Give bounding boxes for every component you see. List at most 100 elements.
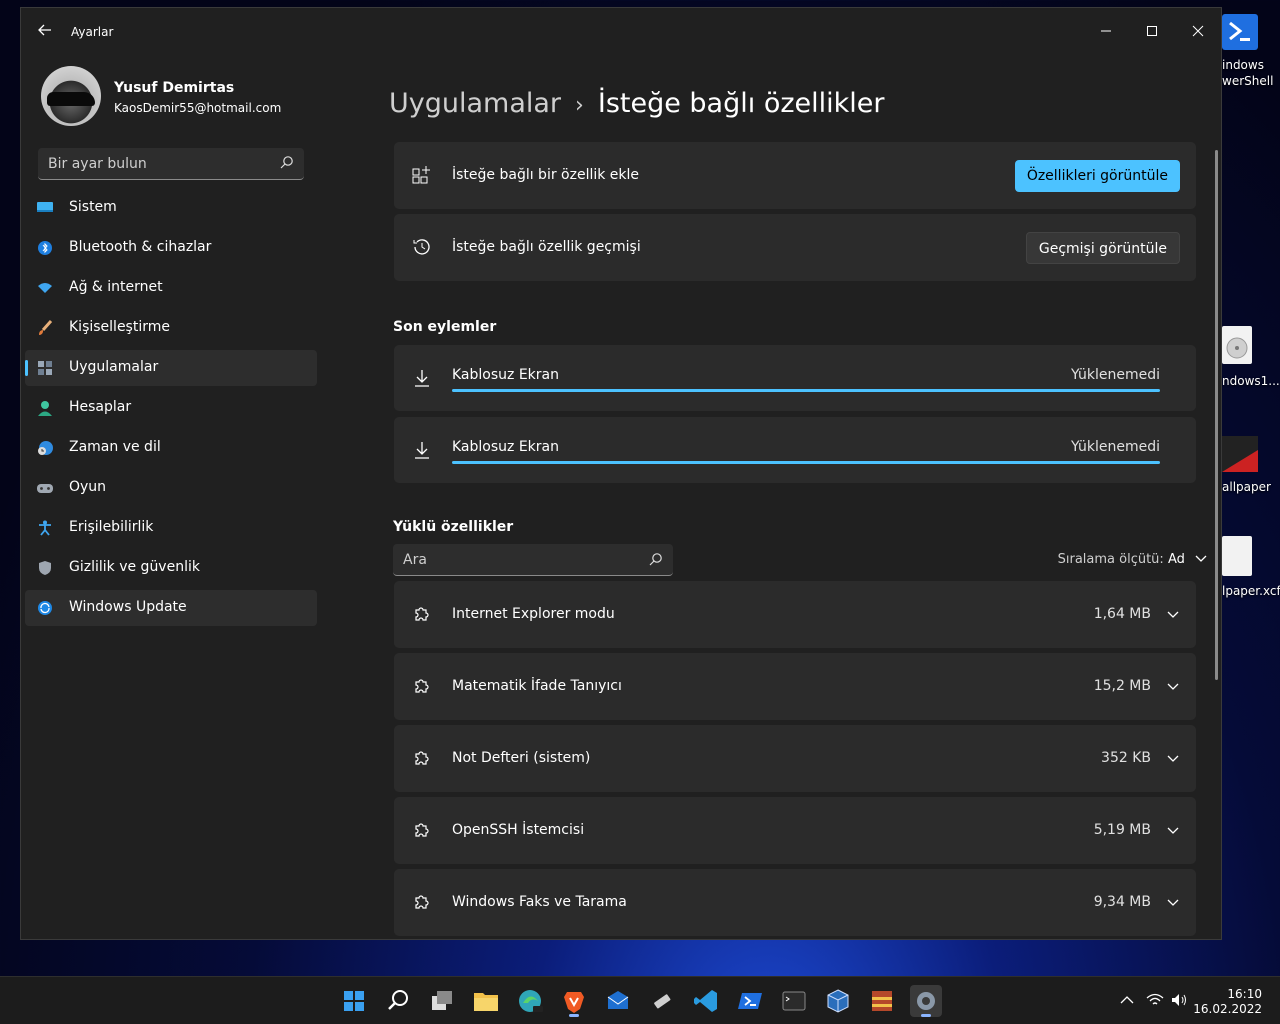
- sidebar-item-privacy[interactable]: Gizlilik ve güvenlik: [25, 550, 317, 586]
- avatar[interactable]: [41, 66, 101, 126]
- settings-window: Ayarlar Yusuf Demirtas KaosDemir55@hotma…: [21, 8, 1221, 939]
- puzzle-icon: [412, 892, 432, 912]
- puzzle-icon: [412, 820, 432, 840]
- apps-icon: [37, 360, 53, 376]
- sidebar-item-label: Hesaplar: [69, 399, 132, 415]
- desktop-icon-wallpaper-label[interactable]: allpaper: [1222, 480, 1271, 494]
- terminal-icon[interactable]: [778, 985, 810, 1017]
- feature-size: 5,19 MB: [1093, 822, 1151, 838]
- settings-search-input[interactable]: Bir ayar bulun: [38, 148, 304, 180]
- sidebar-nav: Sistem Bluetooth & cihazlar Ağ & interne…: [25, 190, 317, 630]
- clock-globe-icon: [37, 440, 53, 456]
- recent-action-status: Yüklenemedi: [1071, 367, 1160, 383]
- wifi-icon: [37, 280, 53, 296]
- vscode-icon[interactable]: [690, 985, 722, 1017]
- installed-feature-item[interactable]: OpenSSH İstemcisi 5,19 MB: [394, 797, 1196, 864]
- installed-search-placeholder: Ara: [403, 552, 427, 568]
- view-features-button[interactable]: Özellikleri görüntüle: [1014, 160, 1180, 192]
- wallpaper-thumbnail-icon[interactable]: [1222, 436, 1258, 472]
- accessibility-icon: [37, 520, 53, 536]
- sidebar-item-sistem[interactable]: Sistem: [25, 190, 317, 226]
- sidebar-item-network[interactable]: Ağ & internet: [25, 270, 317, 306]
- chevron-down-icon[interactable]: [1166, 896, 1180, 910]
- back-arrow-icon[interactable]: [37, 22, 53, 38]
- mail-app-icon[interactable]: [602, 985, 634, 1017]
- virtualbox-icon[interactable]: [822, 985, 854, 1017]
- chevron-down-icon: [1195, 552, 1207, 567]
- minimize-button[interactable]: [1083, 14, 1129, 46]
- installed-feature-item[interactable]: Windows Faks ve Tarama 9,34 MB: [394, 869, 1196, 936]
- desktop-icon-xcf-label[interactable]: lpaper.xcf: [1222, 584, 1280, 598]
- powershell-desktop-icon[interactable]: [1222, 14, 1258, 50]
- recent-action-progress: [452, 389, 1160, 392]
- edge-dev-icon[interactable]: [514, 985, 546, 1017]
- installed-feature-item[interactable]: Matematik İfade Tanıyıcı 15,2 MB: [394, 653, 1196, 720]
- feature-name: Matematik İfade Tanıyıcı: [452, 678, 622, 694]
- update-icon: [37, 600, 53, 616]
- add-feature-icon: [412, 165, 432, 185]
- chevron-down-icon[interactable]: [1166, 752, 1180, 766]
- iso-file-icon[interactable]: [1222, 326, 1252, 364]
- installed-search-input[interactable]: Ara: [393, 544, 673, 576]
- recent-action-item: Kablosuz Ekran Yüklenemedi: [394, 417, 1196, 483]
- selected-indicator: [25, 360, 28, 376]
- feature-size: 15,2 MB: [1093, 678, 1151, 694]
- wifi-icon[interactable]: [1146, 991, 1164, 1009]
- recent-action-status: Yüklenemedi: [1071, 439, 1160, 455]
- sidebar-item-personalization[interactable]: Kişiselleştirme: [25, 310, 317, 346]
- clock[interactable]: 16:10 16.02.2022: [1193, 987, 1262, 1017]
- file-explorer-icon[interactable]: [470, 985, 502, 1017]
- sidebar-item-label: Oyun: [69, 479, 107, 495]
- close-button[interactable]: [1175, 14, 1221, 46]
- sidebar-item-accessibility[interactable]: Erişilebilirlik: [25, 510, 317, 546]
- sidebar-item-label: Bluetooth & cihazlar: [69, 239, 212, 255]
- sort-dropdown[interactable]: Sıralama ölçütü: Ad: [1058, 552, 1207, 567]
- installed-features-heading: Yüklü özellikler: [393, 519, 514, 535]
- history-icon: [412, 237, 432, 257]
- sidebar-item-bluetooth[interactable]: Bluetooth & cihazlar: [25, 230, 317, 266]
- sidebar-item-gaming[interactable]: Oyun: [25, 470, 317, 506]
- start-icon[interactable]: [338, 985, 370, 1017]
- xcf-file-icon[interactable]: [1222, 536, 1252, 576]
- powershell-icon[interactable]: [734, 985, 766, 1017]
- breadcrumb-parent[interactable]: Uygulamalar: [389, 88, 561, 119]
- chevron-down-icon[interactable]: [1166, 608, 1180, 622]
- scrollbar[interactable]: [1215, 150, 1218, 680]
- sidebar-item-windows-update[interactable]: Windows Update: [25, 590, 317, 626]
- settings-gear-icon[interactable]: [910, 985, 942, 1017]
- task-view-icon[interactable]: [426, 985, 458, 1017]
- running-indicator: [921, 1014, 931, 1017]
- search-icon[interactable]: [382, 985, 414, 1017]
- installed-feature-item[interactable]: Internet Explorer modu 1,64 MB: [394, 581, 1196, 648]
- installed-feature-item[interactable]: Not Defteri (sistem) 352 KB: [394, 725, 1196, 792]
- page-title: İsteğe bağlı özellikler: [597, 88, 885, 119]
- maximize-button[interactable]: [1129, 14, 1175, 46]
- recent-action-progress: [452, 461, 1160, 464]
- breadcrumb-separator: ›: [575, 93, 584, 118]
- desktop-icon-powershell-label-2[interactable]: werShell: [1222, 74, 1273, 88]
- volume-icon[interactable]: [1170, 991, 1188, 1009]
- sidebar-item-time-language[interactable]: Zaman ve dil: [25, 430, 317, 466]
- sort-label: Sıralama ölçütü:: [1057, 552, 1164, 567]
- desktop-icon-powershell-label-1[interactable]: indows: [1222, 58, 1264, 72]
- sidebar-item-accounts[interactable]: Hesaplar: [25, 390, 317, 426]
- breadcrumb: Uygulamalar › İsteğe bağlı özellikler: [389, 88, 884, 119]
- desktop-icon-iso-label[interactable]: ndows1...: [1222, 374, 1280, 388]
- title-bar[interactable]: Ayarlar: [21, 8, 1221, 56]
- sidebar-item-apps[interactable]: Uygulamalar: [25, 350, 317, 386]
- sidebar-item-label: Sistem: [69, 199, 117, 215]
- settings-search-placeholder: Bir ayar bulun: [48, 156, 147, 172]
- chevron-down-icon[interactable]: [1166, 680, 1180, 694]
- search-icon[interactable]: [280, 155, 294, 169]
- winrar-icon[interactable]: [866, 985, 898, 1017]
- search-icon[interactable]: [649, 552, 663, 566]
- sidebar-item-label: Zaman ve dil: [69, 439, 161, 455]
- download-icon: [412, 368, 432, 388]
- sidebar-item-label: Gizlilik ve güvenlik: [69, 559, 200, 575]
- view-history-button[interactable]: Geçmişi görüntüle: [1025, 232, 1180, 264]
- usb-tool-icon[interactable]: [646, 985, 678, 1017]
- chevron-down-icon[interactable]: [1166, 824, 1180, 838]
- feature-size: 1,64 MB: [1093, 606, 1151, 622]
- chevron-up-icon[interactable]: [1118, 991, 1136, 1009]
- brave-browser-icon[interactable]: [558, 985, 590, 1017]
